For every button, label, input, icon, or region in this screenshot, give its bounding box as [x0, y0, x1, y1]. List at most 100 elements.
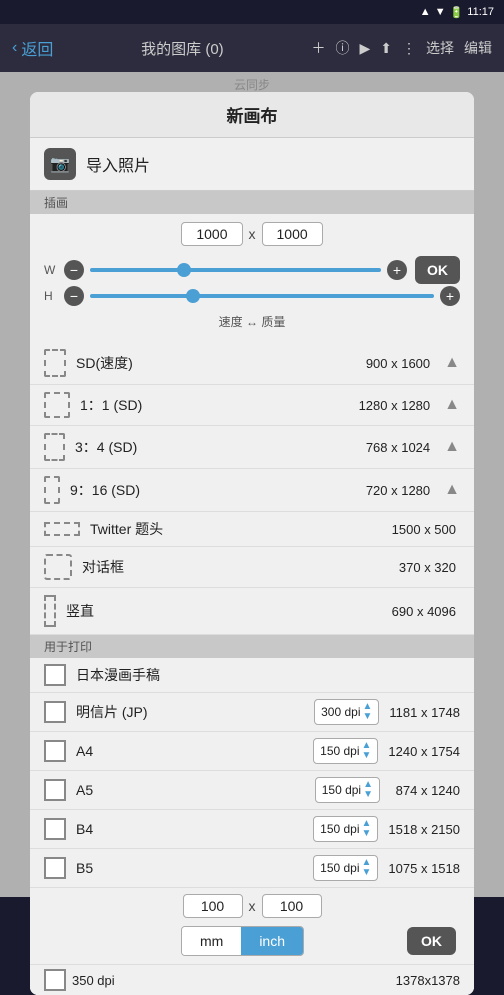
height-slider-row: H − +	[44, 286, 460, 306]
preset-item[interactable]: SD(速度) 900 x 1600 ▲	[30, 342, 474, 385]
height-minus-button[interactable]: −	[64, 286, 84, 306]
postcard-dpi-value: 300 dpi	[321, 705, 360, 719]
postcard-dpi-box[interactable]: 300 dpi ▲ ▼	[314, 699, 379, 725]
preset-icon-1x1	[44, 392, 70, 418]
battery-icon: 🔋	[450, 6, 464, 19]
nav-actions: ＋ ⓘ ▶ ⬆ ⋮ 选择 编辑	[311, 38, 492, 58]
print-item-a5[interactable]: A5 150 dpi ▲ ▼ 874 x 1240	[30, 771, 474, 810]
dpi-down-arrow-icon[interactable]: ▼	[362, 712, 372, 722]
height-plus-button[interactable]: +	[440, 286, 460, 306]
b5-checkbox[interactable]	[44, 857, 66, 879]
dpi-down-arrow-icon[interactable]: ▼	[362, 829, 372, 839]
preset-item-dialog[interactable]: 对话框 370 x 320	[30, 547, 474, 588]
width-slider-track[interactable]	[90, 268, 381, 272]
canvas-size-control: 1000 x 1000 W − + OK H −	[30, 214, 474, 342]
unit-buttons: mm inch	[181, 926, 304, 956]
w-label: W	[44, 263, 58, 277]
width-plus-button[interactable]: +	[387, 260, 407, 280]
preset-icon-3x4	[44, 433, 65, 461]
dpi-down-arrow-icon[interactable]: ▼	[363, 790, 373, 800]
preset-item[interactable]: 1：1 (SD) 1280 x 1280 ▲	[30, 385, 474, 426]
mm-unit-button[interactable]: mm	[182, 927, 241, 955]
preset-item-twitter[interactable]: Twitter 题头 1500 x 500	[30, 512, 474, 547]
status-bar: ▲ ▼ 🔋 11:17	[0, 0, 504, 24]
preset-name: 竖直	[66, 601, 382, 621]
a4-dpi-value: 150 dpi	[320, 744, 359, 758]
a4-checkbox[interactable]	[44, 740, 66, 762]
preset-list: SD(速度) 900 x 1600 ▲ 1：1 (SD) 1280 x 1280…	[30, 342, 474, 635]
unit-section: 100 x 100 mm inch OK	[30, 888, 474, 964]
preset-item-vertical[interactable]: 竖直 690 x 4096	[30, 588, 474, 635]
unit-height-display[interactable]: 100	[262, 894, 322, 918]
b4-dpi-value: 150 dpi	[320, 822, 359, 836]
preset-icon-9x16	[44, 476, 60, 504]
a5-dpi-value: 150 dpi	[322, 783, 361, 797]
a5-dpi-box[interactable]: 150 dpi ▲ ▼	[315, 777, 380, 803]
b4-dpi-box[interactable]: 150 dpi ▲ ▼	[313, 816, 378, 842]
import-section[interactable]: 📷 导入照片	[30, 138, 474, 191]
print-item-postcard[interactable]: 明信片 (JP) 300 dpi ▲ ▼ 1181 x 1748	[30, 693, 474, 732]
a5-checkbox[interactable]	[44, 779, 66, 801]
unit-width-display[interactable]: 100	[183, 894, 243, 918]
print-name: A4	[76, 743, 303, 759]
preset-size: 690 x 4096	[392, 604, 456, 619]
a4-dpi-box[interactable]: 150 dpi ▲ ▼	[313, 738, 378, 764]
preset-size: 900 x 1600	[366, 356, 430, 371]
slider-rows: W − + OK H − +	[44, 252, 460, 310]
dpi-down-arrow-icon[interactable]: ▼	[362, 751, 372, 761]
preset-name: SD(速度)	[76, 353, 356, 373]
postcard-checkbox[interactable]	[44, 701, 66, 723]
print-section-label: 用于打印	[30, 635, 474, 658]
print-item-b4[interactable]: B4 150 dpi ▲ ▼ 1518 x 2150	[30, 810, 474, 849]
unit-selector: mm inch OK	[44, 924, 460, 958]
preset-name: 9：16 (SD)	[70, 480, 356, 500]
print-size: 1240 x 1754	[388, 744, 460, 759]
print-item-a4[interactable]: A4 150 dpi ▲ ▼ 1240 x 1754	[30, 732, 474, 771]
manga-checkbox[interactable]	[44, 664, 66, 686]
preset-item[interactable]: 9：16 (SD) 720 x 1280 ▲	[30, 469, 474, 512]
import-label: 导入照片	[86, 152, 150, 176]
preset-icon-dialog	[44, 554, 72, 580]
status-icons: ▲ ▼ 🔋 11:17	[420, 6, 494, 19]
preset-icon-twitter	[44, 522, 80, 536]
height-slider-track[interactable]	[90, 294, 434, 298]
ok-bottom-button[interactable]: OK	[407, 927, 456, 955]
preset-arrow-icon: ▲	[444, 396, 460, 414]
back-icon: ‹	[12, 39, 17, 57]
signal-icon: ▼	[435, 6, 446, 18]
more-icon[interactable]: ⋮	[402, 40, 416, 57]
b5-dpi-box[interactable]: 150 dpi ▲ ▼	[313, 855, 378, 881]
preset-name: 3：4 (SD)	[75, 437, 356, 457]
main-area: 云同步 新画布 📷 导入照片 插画 1000 x 1000 W −	[0, 72, 504, 897]
nav-title: 我的图库 (0)	[53, 38, 311, 59]
add-icon[interactable]: ＋	[311, 38, 325, 58]
canvas-height-display[interactable]: 1000	[262, 222, 323, 246]
preset-size: 1500 x 500	[392, 522, 456, 537]
preset-item[interactable]: 3：4 (SD) 768 x 1024 ▲	[30, 426, 474, 469]
preset-size: 1280 x 1280	[359, 398, 431, 413]
back-button[interactable]: ‹ 返回	[12, 36, 53, 60]
partial-dpi-label: 350 dpi	[72, 973, 115, 988]
edit-label[interactable]: 编辑	[464, 38, 492, 58]
play-icon[interactable]: ▶	[359, 40, 370, 57]
width-minus-button[interactable]: −	[64, 260, 84, 280]
illustration-label: 插画	[30, 191, 474, 214]
dpi-down-arrow-icon[interactable]: ▼	[362, 868, 372, 878]
canvas-width-display[interactable]: 1000	[181, 222, 242, 246]
print-size: 1075 x 1518	[388, 861, 460, 876]
share-icon[interactable]: ⬆	[380, 40, 392, 57]
preset-arrow-icon: ▲	[444, 438, 460, 456]
dialog-title: 新画布	[30, 92, 474, 138]
select-label[interactable]: 选择	[426, 38, 454, 58]
preset-size: 370 x 320	[399, 560, 456, 575]
print-item-b5[interactable]: B5 150 dpi ▲ ▼ 1075 x 1518	[30, 849, 474, 888]
inch-unit-button[interactable]: inch	[241, 927, 303, 955]
width-slider-row: W − + OK	[44, 256, 460, 284]
preset-icon-vertical	[44, 595, 56, 627]
partial-checkbox[interactable]	[44, 969, 66, 991]
b4-checkbox[interactable]	[44, 818, 66, 840]
info-icon[interactable]: ⓘ	[335, 38, 349, 58]
back-label: 返回	[21, 36, 53, 60]
ok-button[interactable]: OK	[415, 256, 460, 284]
print-item-manga[interactable]: 日本漫画手稿	[30, 658, 474, 693]
